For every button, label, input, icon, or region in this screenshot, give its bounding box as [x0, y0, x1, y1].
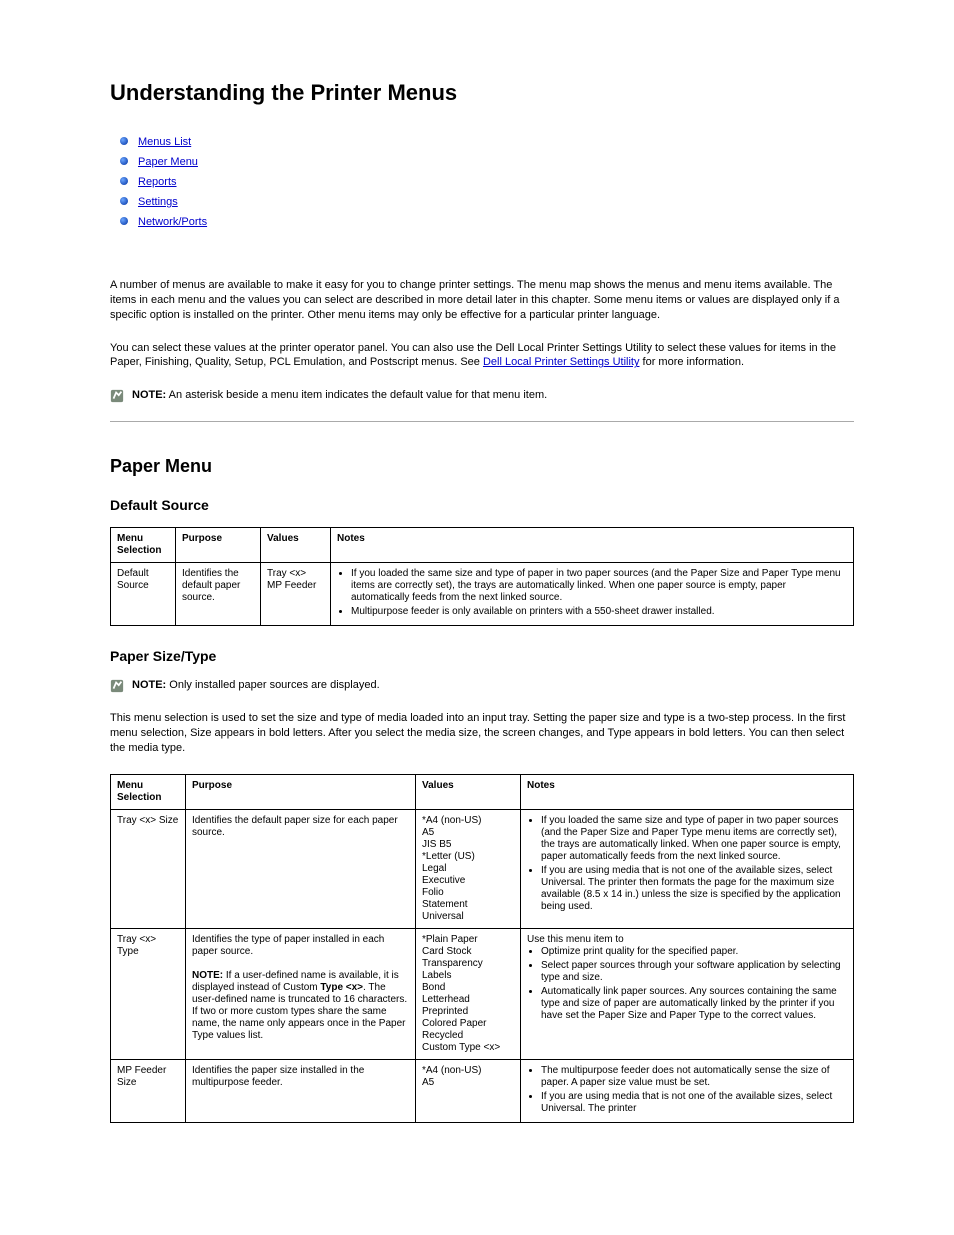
cell-values: *A4 (non-US) A5	[416, 1059, 521, 1122]
cell-notes: If you loaded the same size and type of …	[331, 563, 854, 626]
th-notes: Notes	[331, 528, 854, 563]
nav-paper-menu[interactable]: Paper Menu	[138, 156, 198, 168]
table-header-row: Menu Selection Purpose Values Notes	[111, 774, 854, 809]
notes-pre: Use this menu item to	[527, 934, 624, 945]
table-default-source: Menu Selection Purpose Values Notes Defa…	[110, 527, 854, 626]
inline-note-label: NOTE:	[192, 970, 223, 981]
cell-notes: The multipurpose feeder does not automat…	[521, 1059, 854, 1122]
cell-values: *A4 (non-US) A5 JIS B5 *Letter (US) Lega…	[416, 809, 521, 928]
menu-suffix: Type	[117, 946, 139, 957]
list-item: Multipurpose feeder is only available on…	[351, 606, 847, 618]
val: Transparency	[422, 958, 483, 969]
intro2-after: for more information.	[639, 356, 744, 368]
table-paper-size-type: Menu Selection Purpose Values Notes Tray…	[110, 774, 854, 1123]
cell-purpose: Identifies the default paper size for ea…	[186, 809, 416, 928]
list-item: The multipurpose feeder does not automat…	[541, 1065, 847, 1089]
cell-purpose: Identifies the type of paper installed i…	[186, 928, 416, 1059]
note1-label: NOTE:	[132, 389, 166, 401]
cell-menu: Default Source	[111, 563, 176, 626]
subsection-paper-size-type: Paper Size/Type	[110, 648, 854, 664]
section-paper-menu: Paper Menu	[110, 456, 854, 477]
list-item: Automatically link paper sources. Any so…	[541, 986, 847, 1022]
th-purpose: Purpose	[186, 774, 416, 809]
cell-purpose: Identifies the default paper source.	[176, 563, 261, 626]
val: Bond	[422, 982, 445, 993]
val: Letterhead	[422, 994, 470, 1005]
list-item: Select paper sources through your softwa…	[541, 960, 847, 984]
val: Legal	[422, 863, 446, 874]
th-menu: Menu Selection	[111, 528, 176, 563]
val-tray: Tray <x>	[267, 568, 306, 579]
val: Folio	[422, 887, 444, 898]
val: A5	[422, 1077, 434, 1088]
val: Statement	[422, 899, 468, 910]
list-item: If you loaded the same size and type of …	[351, 568, 847, 604]
nav-settings[interactable]: Settings	[138, 196, 178, 208]
list-item: Optimize print quality for the specified…	[541, 946, 847, 958]
val: Card Stock	[422, 946, 471, 957]
val: Custom	[422, 1042, 459, 1053]
nav-network[interactable]: Network/Ports	[138, 216, 207, 228]
tray-x: Tray <x>	[117, 934, 156, 945]
val: Preprinted	[422, 1006, 468, 1017]
table-row: Tray <x> Size Identifies the default pap…	[111, 809, 854, 928]
note-icon	[110, 389, 124, 403]
cell-notes: Use this menu item to Optimize print qua…	[521, 928, 854, 1059]
nav-list: Menus List Paper Menu Reports Settings N…	[120, 136, 854, 228]
inline-note-bold: Type <x>	[320, 982, 363, 993]
list-item: If you loaded the same size and type of …	[541, 815, 847, 863]
th-menu: Menu Selection	[111, 774, 186, 809]
val: Executive	[422, 875, 465, 886]
th-purpose: Purpose	[176, 528, 261, 563]
cell-menu: MP Feeder Size	[111, 1059, 186, 1122]
val-mp: MP Feeder	[267, 580, 316, 591]
list-item: If you are using media that is not one o…	[541, 1091, 847, 1115]
cell-notes: If you loaded the same size and type of …	[521, 809, 854, 928]
note2-label: NOTE:	[132, 679, 166, 691]
menu-suffix: Size	[156, 815, 178, 826]
val: *Plain Paper	[422, 934, 478, 945]
val: *Letter (US)	[422, 851, 475, 862]
note-1: NOTE: An asterisk beside a menu item ind…	[110, 388, 854, 403]
table-header-row: Menu Selection Purpose Values Notes	[111, 528, 854, 563]
intro-paragraph-2: You can select these values at the print…	[110, 341, 854, 371]
cell-purpose: Identifies the paper size installed in t…	[186, 1059, 416, 1122]
table-row: MP Feeder Size Identifies the paper size…	[111, 1059, 854, 1122]
intro-paragraph-1: A number of menus are available to make …	[110, 278, 854, 323]
nav-reports[interactable]: Reports	[138, 176, 177, 188]
val: Colored Paper	[422, 1018, 486, 1029]
th-values: Values	[261, 528, 331, 563]
purpose-text: Identifies the type of paper installed i…	[192, 934, 384, 957]
intro2-link[interactable]: Dell Local Printer Settings Utility	[483, 356, 640, 368]
val: Labels	[422, 970, 451, 981]
subsection-default-source: Default Source	[110, 497, 854, 513]
type-x: Type <x>	[459, 1042, 500, 1053]
tray-x: Tray <x>	[117, 815, 156, 826]
list-item: If you are using media that is not one o…	[541, 865, 847, 913]
val: *A4 (non-US)	[422, 815, 481, 826]
cell-values: *Plain Paper Card Stock Transparency Lab…	[416, 928, 521, 1059]
page-title: Understanding the Printer Menus	[110, 80, 854, 106]
table-row: Default Source Identifies the default pa…	[111, 563, 854, 626]
th-values: Values	[416, 774, 521, 809]
paper-size-type-paragraph: This menu selection is used to set the s…	[110, 711, 854, 756]
cell-menu: Tray <x> Type	[111, 928, 186, 1059]
note2-text: Only installed paper sources are display…	[166, 679, 379, 691]
note-2: NOTE: Only installed paper sources are d…	[110, 678, 854, 693]
val: JIS B5	[422, 839, 451, 850]
val: Universal	[422, 911, 464, 922]
val: A5	[422, 827, 434, 838]
val: Recycled	[422, 1030, 463, 1041]
cell-values: Tray <x> MP Feeder	[261, 563, 331, 626]
table-row: Tray <x> Type Identifies the type of pap…	[111, 928, 854, 1059]
divider	[110, 421, 854, 422]
nav-menus-list[interactable]: Menus List	[138, 136, 191, 148]
note1-text: An asterisk beside a menu item indicates…	[166, 389, 547, 401]
th-notes: Notes	[521, 774, 854, 809]
note-icon	[110, 679, 124, 693]
val: *A4 (non-US)	[422, 1065, 481, 1076]
cell-menu: Tray <x> Size	[111, 809, 186, 928]
